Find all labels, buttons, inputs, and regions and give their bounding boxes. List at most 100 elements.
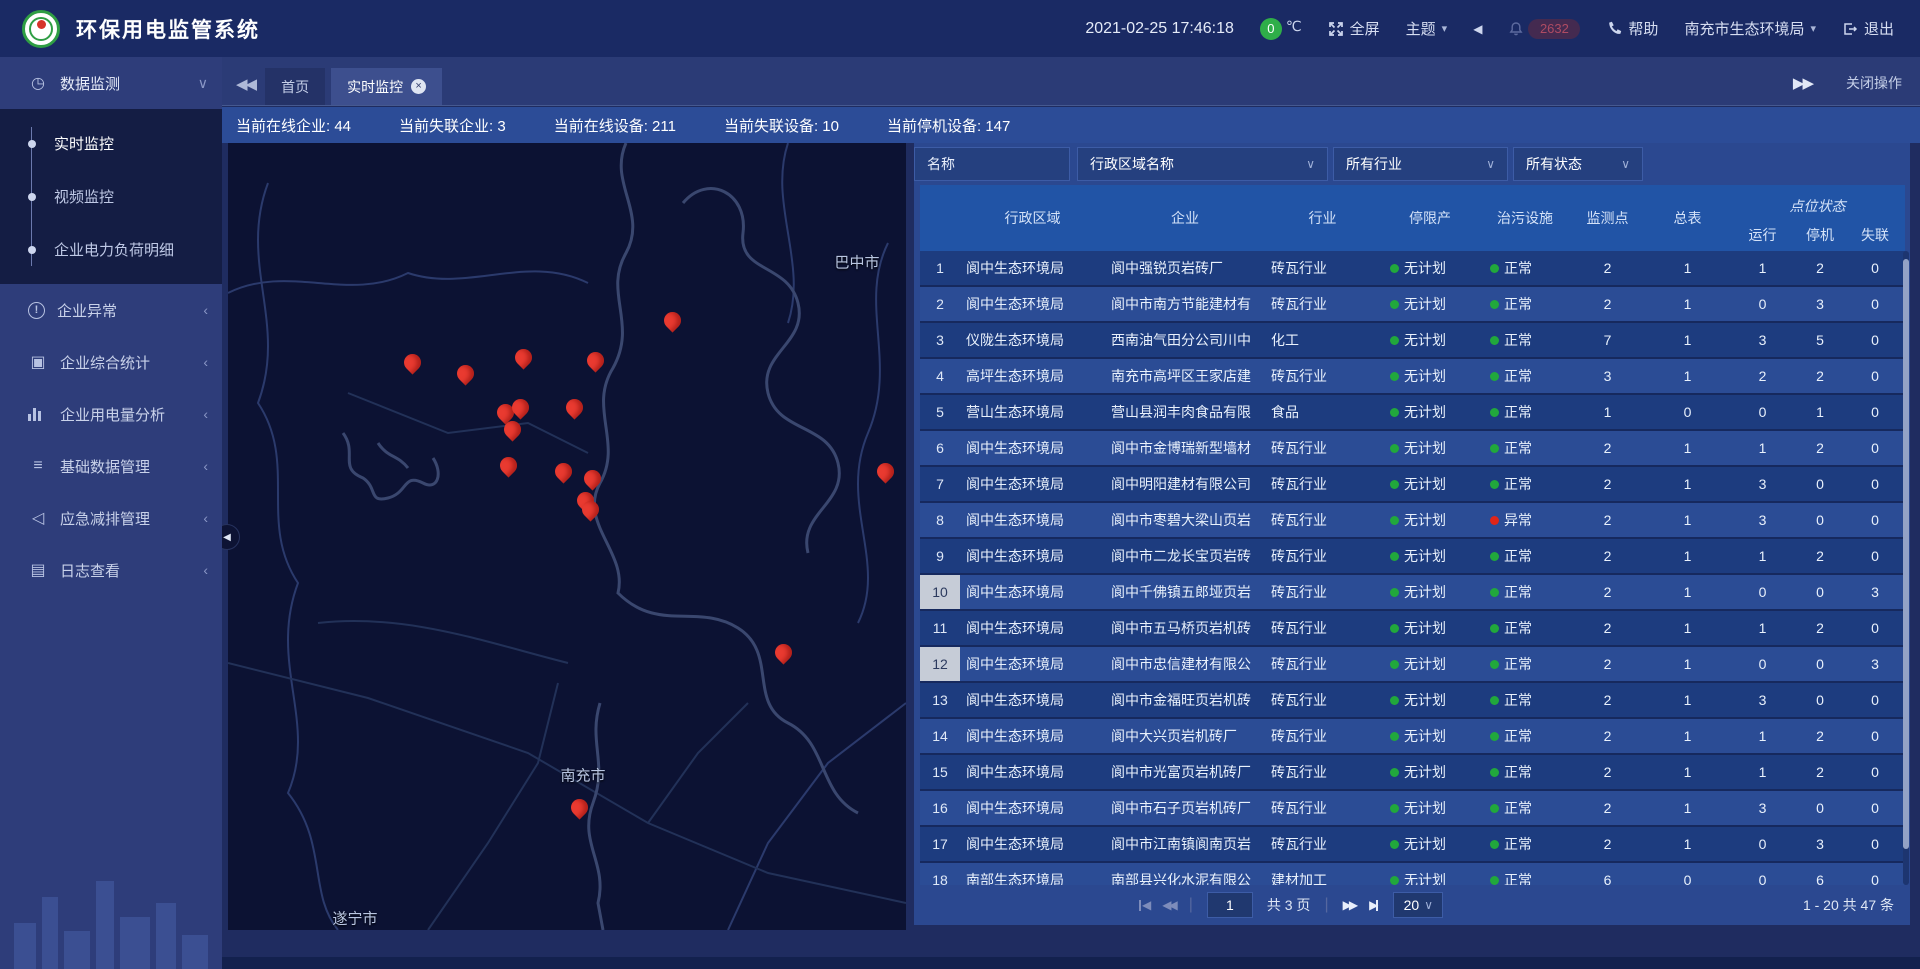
industry-select[interactable]: 所有行业 ∨ (1333, 147, 1508, 181)
prev-page-button[interactable]: ◀◀ (1162, 898, 1174, 912)
page-size-select[interactable]: 20 ∨ (1393, 892, 1443, 918)
app-root: { "header": { "app_title": "环保用电监管系统", "… (0, 0, 1920, 969)
next-page-button[interactable]: ▶▶ (1343, 898, 1355, 912)
status-select[interactable]: 所有状态 ∨ (1513, 147, 1643, 181)
cell-industry: 砖瓦行业 (1265, 755, 1380, 789)
help-button[interactable]: 帮助 (1606, 18, 1658, 39)
cell-facility-status: 正常 (1480, 575, 1570, 609)
cell-industry: 砖瓦行业 (1265, 287, 1380, 321)
limit-status-label: 无计划 (1404, 294, 1446, 314)
sidebar-item-enterprise-stats[interactable]: ▣企业综合统计‹ (0, 336, 222, 388)
table-row[interactable]: 15阆中生态环境局阆中市光富页岩机砖厂砖瓦行业无计划正常21120 (920, 755, 1905, 791)
table-row[interactable]: 4高坪生态环境局南充市高坪区王家店建砖瓦行业无计划正常31220 (920, 359, 1905, 395)
tab-realtime[interactable]: 实时监控× (331, 68, 442, 105)
sidebar-subitem-label: 企业电力负荷明细 (54, 239, 174, 260)
column-header (920, 185, 960, 251)
status-dot-green (1490, 660, 1499, 669)
table-row[interactable]: 13阆中生态环境局阆中市金福旺页岩机砖砖瓦行业无计划正常21300 (920, 683, 1905, 719)
cell-region: 阆中生态环境局 (960, 827, 1105, 861)
limit-status-label: 无计划 (1404, 402, 1446, 422)
cell-region: 阆中生态环境局 (960, 611, 1105, 645)
close-icon[interactable]: × (411, 79, 426, 94)
notification-bell[interactable]: 2632 (1508, 19, 1580, 39)
facility-status-label: 正常 (1504, 402, 1532, 422)
facility-status-label: 正常 (1504, 474, 1532, 494)
sidebar-item-emergency-reduction[interactable]: ◁应急减排管理‹ (0, 492, 222, 544)
cell-company: 阆中市枣碧大梁山页岩 (1105, 503, 1265, 537)
row-number: 18 (920, 863, 960, 885)
table-row[interactable]: 6阆中生态环境局阆中市金博瑞新型墙材砖瓦行业无计划正常21120 (920, 431, 1905, 467)
table-row[interactable]: 8阆中生态环境局阆中市枣碧大梁山页岩砖瓦行业无计划异常21300 (920, 503, 1905, 539)
fullscreen-button[interactable]: 全屏 (1328, 18, 1380, 39)
column-header: 点位状态 (1730, 185, 1905, 218)
theme-dropdown[interactable]: 主题 ▾ (1406, 18, 1448, 39)
pagination-divider: | (1189, 896, 1193, 914)
org-dropdown[interactable]: 南充市生态环境局 ▾ (1684, 18, 1816, 39)
cell-company: 阆中市南方节能建材有 (1105, 287, 1265, 321)
sidebar-item-power-analysis[interactable]: 企业用电量分析‹ (0, 388, 222, 440)
filter-bar: 行政区域名称 ∨ 所有行业 ∨ 所有状态 ∨ (914, 147, 1643, 181)
table-row[interactable]: 18南部生态环境局南部县兴化水泥有限公建材加工无计划正常60060 (920, 863, 1905, 885)
cell-company: 西南油气田分公司川中 (1105, 323, 1265, 357)
sidebar-item-data-monitor[interactable]: ◷数据监测∨ (0, 57, 222, 109)
sidebar-item-enterprise-abnormal[interactable]: !企业异常‹ (0, 284, 222, 336)
chevron-down-icon: ▾ (1442, 22, 1448, 35)
cell-points: 2 (1570, 647, 1645, 681)
table-body: 1阆中生态环境局阆中强锐页岩砖厂砖瓦行业无计划正常211202阆中生态环境局阆中… (920, 251, 1905, 885)
cell-company: 阆中市光富页岩机砖厂 (1105, 755, 1265, 789)
cell-limit-status: 无计划 (1380, 251, 1480, 285)
table-row[interactable]: 17阆中生态环境局阆中市江南镇阆南页岩砖瓦行业无计划正常21030 (920, 827, 1905, 863)
status-dot-green (1490, 624, 1499, 633)
cell-region: 南部生态环境局 (960, 863, 1105, 885)
row-number: 15 (920, 755, 960, 789)
page-size-value: 20 (1404, 897, 1420, 913)
exit-button[interactable]: 退出 (1842, 18, 1894, 39)
map-panel[interactable]: 巴中市南充市遂宁市 (228, 143, 906, 930)
name-search-input[interactable] (927, 156, 1057, 172)
close-operations-button[interactable]: 关闭操作 (1846, 73, 1902, 93)
limit-status-label: 无计划 (1404, 438, 1446, 458)
sidebar-subitem-label: 实时监控 (54, 133, 114, 154)
table-scrollbar[interactable] (1903, 251, 1909, 885)
tab-scroll-right-icon[interactable]: ▶▶ (1793, 74, 1812, 92)
table-row[interactable]: 14阆中生态环境局阆中大兴页岩机砖厂砖瓦行业无计划正常21120 (920, 719, 1905, 755)
table-row[interactable]: 2阆中生态环境局阆中市南方节能建材有砖瓦行业无计划正常21030 (920, 287, 1905, 323)
limit-status-label: 无计划 (1404, 870, 1446, 885)
limit-status-label: 无计划 (1404, 258, 1446, 278)
sidebar-item-base-data[interactable]: ≡基础数据管理‹ (0, 440, 222, 492)
sidebar-item-log-view[interactable]: ▤日志查看‹ (0, 544, 222, 596)
cell-company: 南充市高坪区王家店建 (1105, 359, 1265, 393)
cell-industry: 食品 (1265, 395, 1380, 429)
table-row[interactable]: 10阆中生态环境局阆中千佛镇五郎垭页岩砖瓦行业无计划正常21003 (920, 575, 1905, 611)
sidebar-subitem-realtime-monitor[interactable]: 实时监控 (0, 117, 222, 170)
tab-home[interactable]: 首页 (265, 68, 325, 105)
table-row[interactable]: 5营山生态环境局营山县润丰肉食品有限食品无计划正常10010 (920, 395, 1905, 431)
table-row[interactable]: 12阆中生态环境局阆中市忠信建材有限公砖瓦行业无计划正常21003 (920, 647, 1905, 683)
tab-scroll-left-icon[interactable]: ◀◀ (236, 75, 255, 93)
table-row[interactable]: 11阆中生态环境局阆中市五马桥页岩机砖砖瓦行业无计划正常21120 (920, 611, 1905, 647)
cell-stop: 0 (1795, 503, 1845, 537)
exit-icon (1842, 21, 1858, 37)
status-dot-green (1390, 588, 1399, 597)
table-row[interactable]: 7阆中生态环境局阆中明阳建材有限公司砖瓦行业无计划正常21300 (920, 467, 1905, 503)
first-page-button[interactable]: ◀ (1138, 898, 1148, 912)
row-number: 9 (920, 539, 960, 573)
sidebar-subitem-power-load-detail[interactable]: 企业电力负荷明细 (0, 223, 222, 276)
app-title: 环保用电监管系统 (76, 14, 260, 44)
skyline-decoration (0, 849, 222, 969)
table-row[interactable]: 3仪陇生态环境局西南油气田分公司川中化工无计划正常71350 (920, 323, 1905, 359)
status-dot-green (1390, 624, 1399, 633)
region-select-value: 行政区域名称 (1090, 154, 1174, 174)
sidebar-item-label: 基础数据管理 (60, 456, 203, 477)
region-select[interactable]: 行政区域名称 ∨ (1077, 147, 1328, 181)
cell-lost: 0 (1845, 719, 1905, 753)
speaker-icon[interactable]: ◀ (1473, 22, 1482, 36)
facility-status-label: 正常 (1504, 294, 1532, 314)
page-number-input[interactable]: 1 (1207, 892, 1253, 918)
table-row[interactable]: 16阆中生态环境局阆中市石子页岩机砖厂砖瓦行业无计划正常21300 (920, 791, 1905, 827)
table-row[interactable]: 1阆中生态环境局阆中强锐页岩砖厂砖瓦行业无计划正常21120 (920, 251, 1905, 287)
sidebar-subitem-video-monitor[interactable]: 视频监控 (0, 170, 222, 223)
cell-facility-status: 异常 (1480, 503, 1570, 537)
last-page-button[interactable]: ▶ (1369, 898, 1379, 912)
table-row[interactable]: 9阆中生态环境局阆中市二龙长宝页岩砖砖瓦行业无计划正常21120 (920, 539, 1905, 575)
